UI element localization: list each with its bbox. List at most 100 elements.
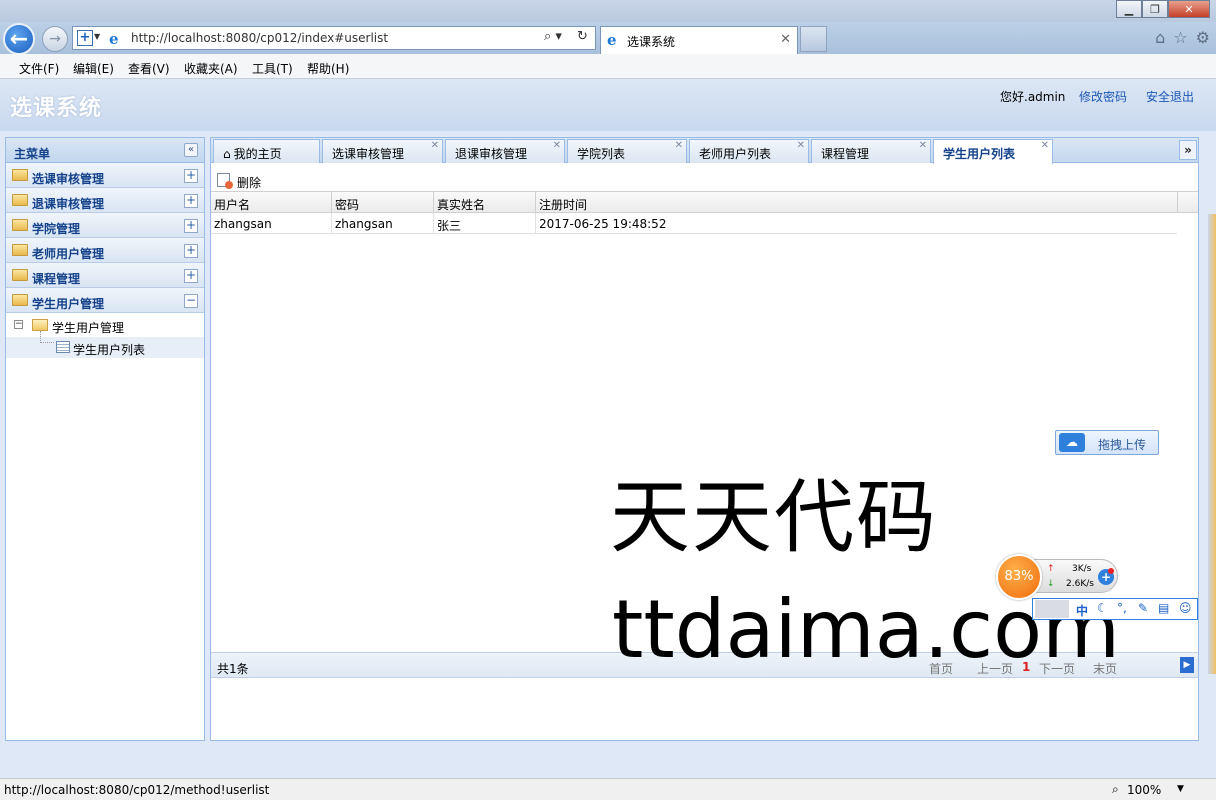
expand-icon[interactable]: + [184, 194, 198, 208]
punctuation-icon[interactable]: °, [1117, 601, 1127, 615]
drag-upload-button[interactable]: ☁ 拖拽上传 [1055, 430, 1159, 455]
grid-toolbar: 删除 [211, 169, 1198, 191]
sidebar-item-course[interactable]: 课程管理 + [6, 263, 204, 288]
delete-icon[interactable] [217, 173, 233, 189]
ime-skin-avatar[interactable] [1035, 600, 1069, 618]
ime-mode-toggle[interactable]: 中 [1076, 602, 1088, 619]
tab-strip: ⌂ 我的主页 选课审核管理 ✕ 退课审核管理 ✕ 学院列表 ✕ 老师用户列表 ✕ … [211, 138, 1198, 164]
address-bar[interactable]: + ▼ e http://localhost:8080/cp012/index#… [72, 26, 596, 50]
forward-button[interactable]: → [42, 26, 68, 52]
list-icon [56, 341, 70, 353]
cell-register-time: 2017-06-25 19:48:52 [539, 217, 667, 231]
column-header-register-time[interactable]: 注册时间 [539, 196, 587, 213]
tree-connector [40, 331, 54, 343]
delete-button[interactable]: 删除 [237, 174, 261, 191]
column-divider [535, 213, 536, 233]
browser-tab-active[interactable]: e 选课系统 ✕ [600, 26, 798, 54]
close-tab-icon[interactable]: ✕ [675, 140, 683, 151]
menu-view[interactable]: 查看(V) [128, 60, 170, 77]
close-tab-icon[interactable]: ✕ [431, 140, 439, 151]
menu-favorites[interactable]: 收藏夹(A) [184, 60, 238, 77]
menu-tools[interactable]: 工具(T) [252, 60, 293, 77]
cloud-upload-icon: ☁ [1059, 433, 1085, 452]
change-password-link[interactable]: 修改密码 [1079, 88, 1127, 105]
clipboard-icon[interactable]: ▤ [1158, 601, 1169, 615]
sidebar-item-course-approval[interactable]: 选课审核管理 + [6, 163, 204, 188]
app-header: 选课系统 您好.admin 修改密码 安全退出 [0, 79, 1216, 131]
tab-list-dropdown-icon[interactable]: » [1179, 140, 1197, 160]
zoom-level[interactable]: 100% [1127, 783, 1161, 797]
cell-password: zhangsan [335, 217, 393, 231]
sidebar-item-college[interactable]: 学院管理 + [6, 213, 204, 238]
close-tab-icon[interactable]: ✕ [553, 140, 561, 151]
sidebar-item-drop-approval[interactable]: 退课审核管理 + [6, 188, 204, 213]
ie-logo-icon: e [109, 30, 119, 48]
page-next-arrow-icon[interactable]: ▶ [1180, 657, 1194, 673]
network-speed-widget[interactable]: 83% ↑ 3K/s ↓ 2.6K/s + [996, 554, 1124, 600]
expand-icon[interactable]: + [184, 244, 198, 258]
gear-icon[interactable]: ⚙ [1196, 28, 1210, 47]
column-divider [433, 213, 434, 233]
column-header-username[interactable]: 用户名 [214, 196, 250, 213]
expand-icon[interactable]: + [184, 269, 198, 283]
cell-username: zhangsan [214, 217, 272, 231]
ime-toolbar[interactable]: 中 ☾ °, ✎ ▤ ☺ [1032, 598, 1198, 620]
minimize-button[interactable]: ▁ [1116, 0, 1142, 18]
tab-drop-approval[interactable]: 退课审核管理 ✕ [445, 139, 565, 163]
folder-icon [12, 294, 28, 306]
home-icon[interactable]: ⌂ [1155, 28, 1165, 47]
refresh-icon[interactable]: ↻ [577, 29, 588, 44]
tab-student-list[interactable]: 学生用户列表 ✕ [933, 139, 1053, 164]
expand-icon[interactable]: + [184, 219, 198, 233]
compat-view-icon[interactable]: + [77, 30, 93, 46]
folder-icon [12, 169, 28, 181]
tab-teacher-list[interactable]: 老师用户列表 ✕ [689, 139, 809, 163]
logout-link[interactable]: 安全退出 [1146, 88, 1194, 105]
tab-home[interactable]: ⌂ 我的主页 [213, 139, 320, 163]
window-titlebar: ▁ ❐ ✕ [0, 0, 1216, 22]
notification-dot-icon [1108, 568, 1114, 574]
sidebar-item-student[interactable]: 学生用户管理 − [6, 288, 204, 313]
address-url[interactable]: http://localhost:8080/cp012/index#userli… [131, 31, 388, 45]
collapse-sidebar-icon[interactable]: « [184, 143, 198, 157]
back-button[interactable]: ← [3, 23, 35, 55]
tab-course-approval[interactable]: 选课审核管理 ✕ [322, 139, 443, 163]
zoom-icon[interactable]: ⌕ [1112, 782, 1119, 797]
memory-usage-badge[interactable]: 83% [996, 554, 1042, 600]
sidebar-item-label: 学院管理 [32, 222, 81, 236]
folder-icon [12, 244, 28, 256]
maximize-button[interactable]: ❐ [1142, 0, 1168, 18]
zoom-dropdown-icon[interactable]: ▼ [1177, 784, 1184, 794]
close-tab-icon[interactable]: ✕ [780, 32, 791, 47]
column-divider [331, 213, 332, 233]
tree-node-student-list[interactable]: 学生用户列表 [73, 341, 145, 358]
tree-collapse-icon[interactable]: − [14, 320, 23, 329]
new-tab-button[interactable] [800, 26, 827, 52]
tree-node-student-management[interactable]: 学生用户管理 [52, 319, 124, 336]
column-header-password[interactable]: 密码 [335, 196, 359, 213]
menu-edit[interactable]: 编辑(E) [73, 60, 114, 77]
collapse-icon[interactable]: − [184, 294, 198, 308]
dropdown-arrow-icon[interactable]: ▼ [94, 32, 100, 41]
column-divider [433, 192, 434, 212]
tab-college-list[interactable]: 学院列表 ✕ [567, 139, 687, 163]
total-count: 共1条 [217, 662, 249, 676]
window-controls: ▁ ❐ ✕ [1116, 0, 1210, 18]
search-icon[interactable]: ⌕ ▾ [544, 29, 562, 44]
close-tab-icon[interactable]: ✕ [919, 140, 927, 151]
moon-icon[interactable]: ☾ [1097, 601, 1108, 615]
close-tab-icon[interactable]: ✕ [797, 140, 805, 151]
favorites-star-icon[interactable]: ☆ [1173, 28, 1187, 47]
menu-help[interactable]: 帮助(H) [307, 60, 349, 77]
menu-file[interactable]: 文件(F) [19, 60, 59, 77]
close-window-button[interactable]: ✕ [1168, 0, 1210, 18]
sidebar-item-teacher[interactable]: 老师用户管理 + [6, 238, 204, 263]
wrench-icon[interactable]: ✎ [1138, 601, 1148, 615]
tab-course-management[interactable]: 课程管理 ✕ [811, 139, 931, 163]
tab-home-label: ⌂ 我的主页 [223, 145, 282, 162]
close-tab-icon[interactable]: ✕ [1041, 140, 1049, 151]
smiley-icon[interactable]: ☺ [1179, 601, 1192, 615]
expand-icon[interactable]: + [184, 169, 198, 183]
column-header-realname[interactable]: 真实姓名 [437, 196, 485, 213]
table-row[interactable]: zhangsan zhangsan 张三 2017-06-25 19:48:52 [211, 213, 1177, 234]
